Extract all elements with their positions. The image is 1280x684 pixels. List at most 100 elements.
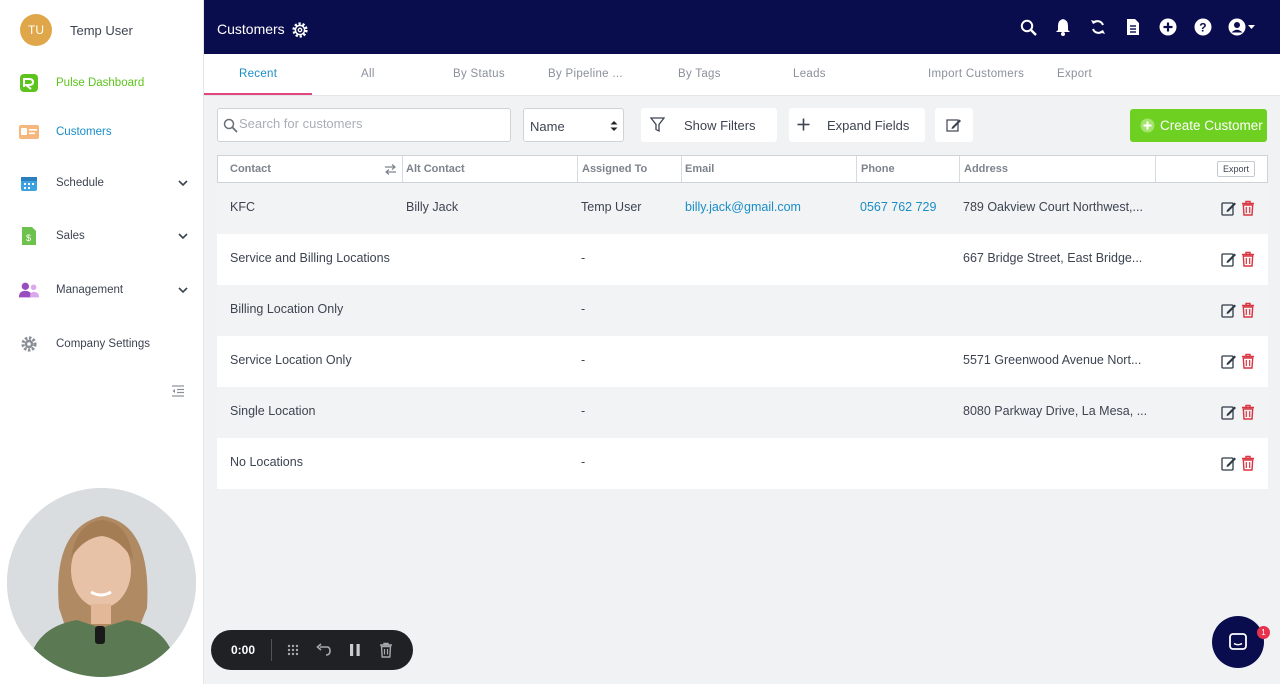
- delete-icon[interactable]: [1240, 404, 1256, 420]
- tab-recent[interactable]: Recent: [239, 68, 277, 80]
- delete-icon[interactable]: [1240, 353, 1256, 369]
- avatar[interactable]: TU: [20, 14, 52, 46]
- edit-icon[interactable]: [1221, 302, 1237, 318]
- chat-icon: [1229, 633, 1247, 650]
- cell-assigned-to: -: [581, 353, 586, 367]
- cell-contact[interactable]: Service Location Only: [230, 353, 408, 367]
- column-header-address[interactable]: Address: [964, 163, 1008, 175]
- undo-icon[interactable]: [313, 639, 335, 661]
- create-customer-button[interactable]: Create Customer: [1130, 109, 1267, 142]
- svg-text:?: ?: [1199, 20, 1206, 34]
- column-separator[interactable]: [577, 156, 578, 182]
- table-row[interactable]: Service and Billing Locations - 667 Brid…: [217, 234, 1268, 285]
- sidebar-item-schedule[interactable]: Schedule: [18, 171, 190, 195]
- id-card-icon: [18, 121, 40, 143]
- edit-icon[interactable]: [1221, 455, 1237, 471]
- customer-search-box[interactable]: [217, 108, 511, 142]
- column-separator[interactable]: [681, 156, 682, 182]
- document-icon[interactable]: [1123, 17, 1143, 37]
- delete-icon[interactable]: [1240, 302, 1256, 318]
- table-export-button[interactable]: Export: [1217, 161, 1255, 177]
- table-row[interactable]: Billing Location Only -: [217, 285, 1268, 336]
- sidebar-item-company-settings[interactable]: Company Settings: [18, 332, 190, 356]
- cell-contact[interactable]: Single Location: [230, 404, 408, 418]
- table-row[interactable]: No Locations -: [217, 438, 1268, 489]
- expand-fields-button[interactable]: Expand Fields: [789, 108, 925, 142]
- collapse-sidebar-icon[interactable]: [171, 384, 185, 398]
- table-row[interactable]: Single Location - 8080 Parkway Drive, La…: [217, 387, 1268, 438]
- chevron-down-icon[interactable]: [176, 176, 190, 190]
- cell-contact[interactable]: KFC: [230, 200, 400, 214]
- user-profile[interactable]: TU Temp User: [20, 14, 133, 46]
- edit-icon[interactable]: [1221, 200, 1237, 216]
- chevron-down-icon[interactable]: [176, 229, 190, 243]
- tab-by-status[interactable]: By Status: [453, 68, 505, 80]
- tab-by-pipeline[interactable]: By Pipeline ...: [548, 68, 623, 80]
- cell-contact[interactable]: Service and Billing Locations: [230, 251, 408, 265]
- cell-assigned-to: -: [581, 404, 586, 418]
- table-row[interactable]: Service Location Only - 5571 Greenwood A…: [217, 336, 1268, 387]
- add-circle-icon: [1140, 118, 1155, 133]
- invoice-icon: $: [18, 225, 40, 247]
- sidebar-item-management[interactable]: Management: [18, 278, 190, 302]
- pause-icon[interactable]: [344, 639, 366, 661]
- delete-icon[interactable]: [1240, 455, 1256, 471]
- chat-support-button[interactable]: [1212, 616, 1264, 668]
- column-header-assigned-to[interactable]: Assigned To: [582, 163, 647, 175]
- sidebar-item-customers[interactable]: Customers: [18, 120, 190, 144]
- cell-phone[interactable]: 0567 762 729: [860, 200, 956, 214]
- column-separator[interactable]: [959, 156, 960, 182]
- add-circle-icon[interactable]: [1158, 17, 1178, 37]
- column-separator[interactable]: [1155, 156, 1156, 182]
- column-header-contact[interactable]: Contact: [230, 163, 271, 175]
- column-separator[interactable]: [402, 156, 403, 182]
- sidebar-item-sales[interactable]: $ Sales: [18, 224, 190, 248]
- tab-all[interactable]: All: [361, 68, 375, 80]
- sidebar-item-label: Schedule: [56, 177, 104, 189]
- tab-by-tags[interactable]: By Tags: [678, 68, 721, 80]
- tab-leads[interactable]: Leads: [793, 68, 826, 80]
- sync-icon[interactable]: [1088, 17, 1108, 37]
- table-row[interactable]: KFC Billy Jack Temp User billy.jack@gmai…: [217, 183, 1268, 234]
- drag-handle-icon[interactable]: [282, 639, 304, 661]
- sidebar-item-label: Company Settings: [56, 338, 150, 350]
- show-filters-button[interactable]: Show Filters: [641, 108, 777, 142]
- help-icon[interactable]: ?: [1193, 17, 1213, 37]
- cell-address: 5571 Greenwood Avenue Nort...: [963, 353, 1142, 367]
- cell-email[interactable]: billy.jack@gmail.com: [685, 200, 853, 214]
- show-filters-label: Show Filters: [684, 118, 756, 133]
- edit-columns-button[interactable]: [935, 108, 973, 142]
- tab-import-customers[interactable]: Import Customers: [928, 68, 1024, 80]
- delete-icon[interactable]: [1240, 251, 1256, 267]
- delete-icon[interactable]: [1240, 200, 1256, 216]
- column-header-phone[interactable]: Phone: [861, 163, 895, 175]
- search-input[interactable]: [239, 116, 499, 131]
- account-menu-icon[interactable]: [1228, 17, 1258, 37]
- search-icon: [223, 118, 238, 133]
- edit-icon[interactable]: [1221, 251, 1237, 267]
- webcam-video-bubble[interactable]: [7, 488, 196, 677]
- edit-icon: [946, 119, 961, 132]
- sidebar-item-label: Sales: [56, 230, 85, 242]
- chevron-down-icon[interactable]: [176, 283, 190, 297]
- sidebar-item-pulse-dashboard[interactable]: Pulse Dashboard: [18, 71, 190, 95]
- settings-gear-icon[interactable]: [291, 21, 309, 39]
- sort-by-select[interactable]: Name: [523, 108, 624, 142]
- edit-icon[interactable]: [1221, 404, 1237, 420]
- active-tab-indicator: [204, 93, 312, 95]
- cell-contact[interactable]: No Locations: [230, 455, 408, 469]
- plus-icon: [797, 118, 810, 131]
- column-separator[interactable]: [856, 156, 857, 182]
- column-header-alt-contact[interactable]: Alt Contact: [406, 163, 465, 175]
- edit-icon[interactable]: [1221, 353, 1237, 369]
- tab-export[interactable]: Export: [1057, 68, 1092, 80]
- trash-icon[interactable]: [375, 639, 397, 661]
- search-icon[interactable]: [1018, 17, 1038, 37]
- notifications-bell-icon[interactable]: [1053, 17, 1073, 37]
- cell-assigned-to: -: [581, 251, 586, 265]
- cell-assigned-to: -: [581, 455, 586, 469]
- pulse-logo-icon: [18, 72, 40, 94]
- swap-columns-icon[interactable]: [384, 164, 397, 175]
- cell-contact[interactable]: Billing Location Only: [230, 302, 408, 316]
- column-header-email[interactable]: Email: [685, 163, 714, 175]
